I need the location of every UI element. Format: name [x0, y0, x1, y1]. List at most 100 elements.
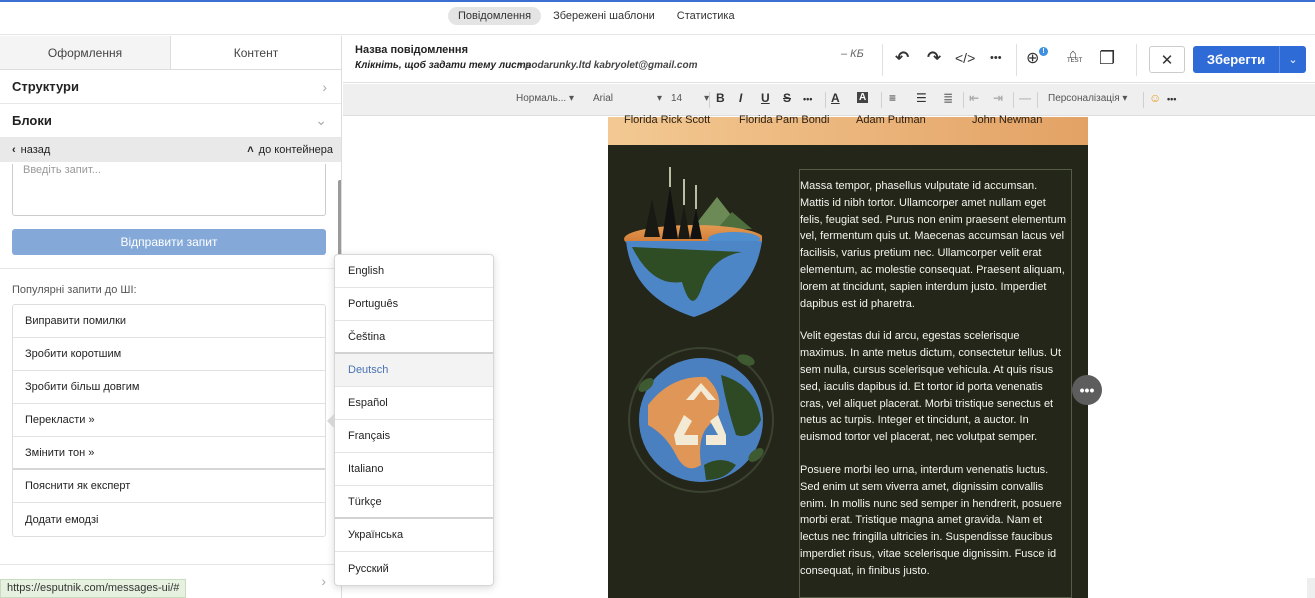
personalization-select[interactable]: Персоналізація ▾ — [1048, 93, 1127, 104]
recycling-globe-illustration — [628, 347, 774, 493]
indent-icon[interactable]: ⇥ — [993, 91, 1003, 105]
back-label: назад — [20, 144, 51, 156]
globe-icon[interactable]: ⊕ — [1026, 48, 1039, 68]
chevron-up-icon: ˄ — [247, 144, 254, 156]
strikethrough-icon[interactable]: S — [783, 91, 791, 105]
redo-icon[interactable]: ↷ — [927, 48, 941, 68]
message-name[interactable]: Назва повідомлення — [355, 44, 468, 56]
name-2: Florida Pam Bondi — [739, 114, 830, 126]
canvas-scrollbar[interactable] — [1307, 578, 1315, 598]
popular-queries-list: Виправити помилки Зробити коротшим Зроби… — [12, 304, 326, 537]
language-menu: English Português Čeština Deutsch Españo… — [334, 254, 494, 586]
close-icon: ✕ — [1160, 51, 1174, 69]
divider — [1143, 92, 1144, 108]
divider — [1016, 44, 1017, 76]
language-portuguese[interactable]: Português — [335, 288, 493, 321]
top-navigation: Повідомлення Збережені шаблони Статистик… — [0, 2, 1315, 35]
save-button[interactable]: Зберегти — [1193, 46, 1280, 73]
email-text-block[interactable]: Massa tempor, phasellus vulputate id acc… — [799, 169, 1072, 598]
ai-query-placeholder: Введіть запит... — [23, 164, 101, 176]
italic-icon[interactable]: I — [739, 91, 742, 105]
undo-icon[interactable]: ↶ — [895, 48, 909, 68]
paragraph: Massa tempor, phasellus vulputate id acc… — [800, 180, 1066, 310]
tab-messages[interactable]: Повідомлення — [448, 7, 542, 25]
language-turkish[interactable]: Türkçe — [335, 486, 493, 519]
list-icon[interactable]: ☰ — [916, 91, 927, 105]
subject-field[interactable]: Клікніть, щоб задати тему листа — [355, 60, 531, 71]
tab-statistics[interactable]: Статистика — [667, 7, 745, 25]
popular-queries-label: Популярні запити до ШІ: — [12, 284, 137, 296]
tab-saved-templates[interactable]: Збережені шаблони — [543, 7, 665, 25]
close-button[interactable]: ✕ — [1149, 46, 1185, 73]
to-container-label: до контейнера — [258, 144, 333, 156]
divider — [1013, 92, 1014, 108]
underline-icon[interactable]: U — [761, 91, 770, 105]
bold-icon[interactable]: B — [716, 91, 725, 105]
tab-content[interactable]: Контент — [171, 36, 341, 69]
names-strip: Florida Rick Scott Florida Pam Bondi Ada… — [608, 114, 1088, 145]
divider — [881, 92, 882, 108]
more-toolbar-icon[interactable]: ••• — [1167, 94, 1176, 104]
sender-address-text: podarunky.ltd kabryolet@gmail.com — [525, 60, 698, 71]
section-structures[interactable]: Структури › — [0, 70, 341, 104]
menu-pointer — [327, 414, 334, 428]
code-icon[interactable]: </> — [955, 50, 975, 66]
query-explain-expert[interactable]: Пояснити як експерт — [13, 470, 325, 503]
block-options-button[interactable]: ••• — [1072, 375, 1102, 405]
query-shorter[interactable]: Зробити коротшим — [13, 338, 325, 371]
editor-header: Назва повідомлення Клікніть, щоб задати … — [343, 36, 1315, 83]
divider — [1037, 92, 1038, 108]
status-bar-url: https://esputnik.com/messages-ui/# — [0, 579, 187, 598]
align-icon[interactable]: ≡ — [889, 91, 896, 105]
back-link[interactable]: ‹ назад — [12, 144, 50, 156]
email-body: Florida Rick Scott Florida Pam Bondi Ada… — [608, 114, 1088, 598]
query-longer[interactable]: Зробити більш довгим — [13, 371, 325, 404]
divider — [882, 44, 883, 76]
name-1: Florida Rick Scott — [624, 114, 711, 126]
query-fix-errors[interactable]: Виправити помилки — [13, 305, 325, 338]
divider — [0, 268, 341, 269]
language-italian[interactable]: Italiano — [335, 453, 493, 486]
tab-design[interactable]: Оформлення — [0, 36, 171, 69]
font-family-select[interactable]: Arial ▾ — [593, 93, 662, 104]
save-dropdown-button[interactable]: ⌄ — [1280, 46, 1306, 73]
language-ukrainian[interactable]: Українська — [335, 519, 493, 552]
copy-icon[interactable]: ❐ — [1099, 48, 1115, 69]
paragraph-style-value: Нормаль... — [516, 93, 567, 104]
language-spanish[interactable]: Español — [335, 387, 493, 420]
chevron-down-icon: ⌄ — [1288, 54, 1298, 66]
left-scrollbar[interactable] — [338, 180, 341, 256]
sender-address[interactable]: • podarunky.ltd kabryolet@gmail.com — [519, 60, 697, 71]
line-height-icon[interactable]: ≣ — [943, 91, 953, 105]
text-color-icon[interactable]: A — [831, 91, 840, 105]
query-translate[interactable]: Перекласти » — [13, 404, 325, 437]
background-color-icon[interactable]: A — [857, 92, 869, 103]
horizontal-rule-icon[interactable]: — — [1019, 91, 1031, 105]
send-query-button[interactable]: Відправити запит — [12, 229, 326, 255]
paragraph: Velit egestas dui id arcu, egestas scele… — [800, 330, 1062, 444]
divider — [1136, 44, 1137, 76]
language-german[interactable]: Deutsch — [335, 354, 493, 387]
language-czech[interactable]: Čeština — [335, 321, 493, 354]
section-blocks-label: Блоки — [12, 113, 52, 128]
emoji-icon[interactable]: ☺ — [1149, 91, 1161, 105]
more-format-icon[interactable]: ••• — [803, 94, 812, 104]
language-french[interactable]: Français — [335, 420, 493, 453]
ai-query-input[interactable]: Введіть запит... — [12, 164, 326, 216]
outdent-icon[interactable]: ⇤ — [969, 91, 979, 105]
paragraph-style-select[interactable]: Нормаль... ▾ — [516, 93, 574, 104]
font-size-select[interactable]: 14 ▾ — [671, 93, 709, 104]
font-size-value: 14 — [671, 93, 683, 104]
language-english[interactable]: English — [335, 255, 493, 288]
to-container-link[interactable]: ˄ до контейнера — [247, 144, 333, 156]
query-add-emoji[interactable]: Додати емодзі — [13, 503, 325, 536]
floating-island-illustration — [624, 167, 762, 317]
house-icon: ⌂ — [1069, 46, 1077, 61]
language-russian[interactable]: Русский — [335, 552, 493, 585]
section-structures-label: Структури — [12, 79, 79, 94]
section-blocks[interactable]: Блоки ⌄ — [0, 104, 341, 138]
query-change-tone[interactable]: Змінити тон » — [13, 437, 325, 470]
chevron-right-icon: › — [322, 78, 327, 95]
font-family-value: Arial — [593, 93, 614, 104]
more-icon[interactable]: ••• — [990, 52, 1002, 64]
